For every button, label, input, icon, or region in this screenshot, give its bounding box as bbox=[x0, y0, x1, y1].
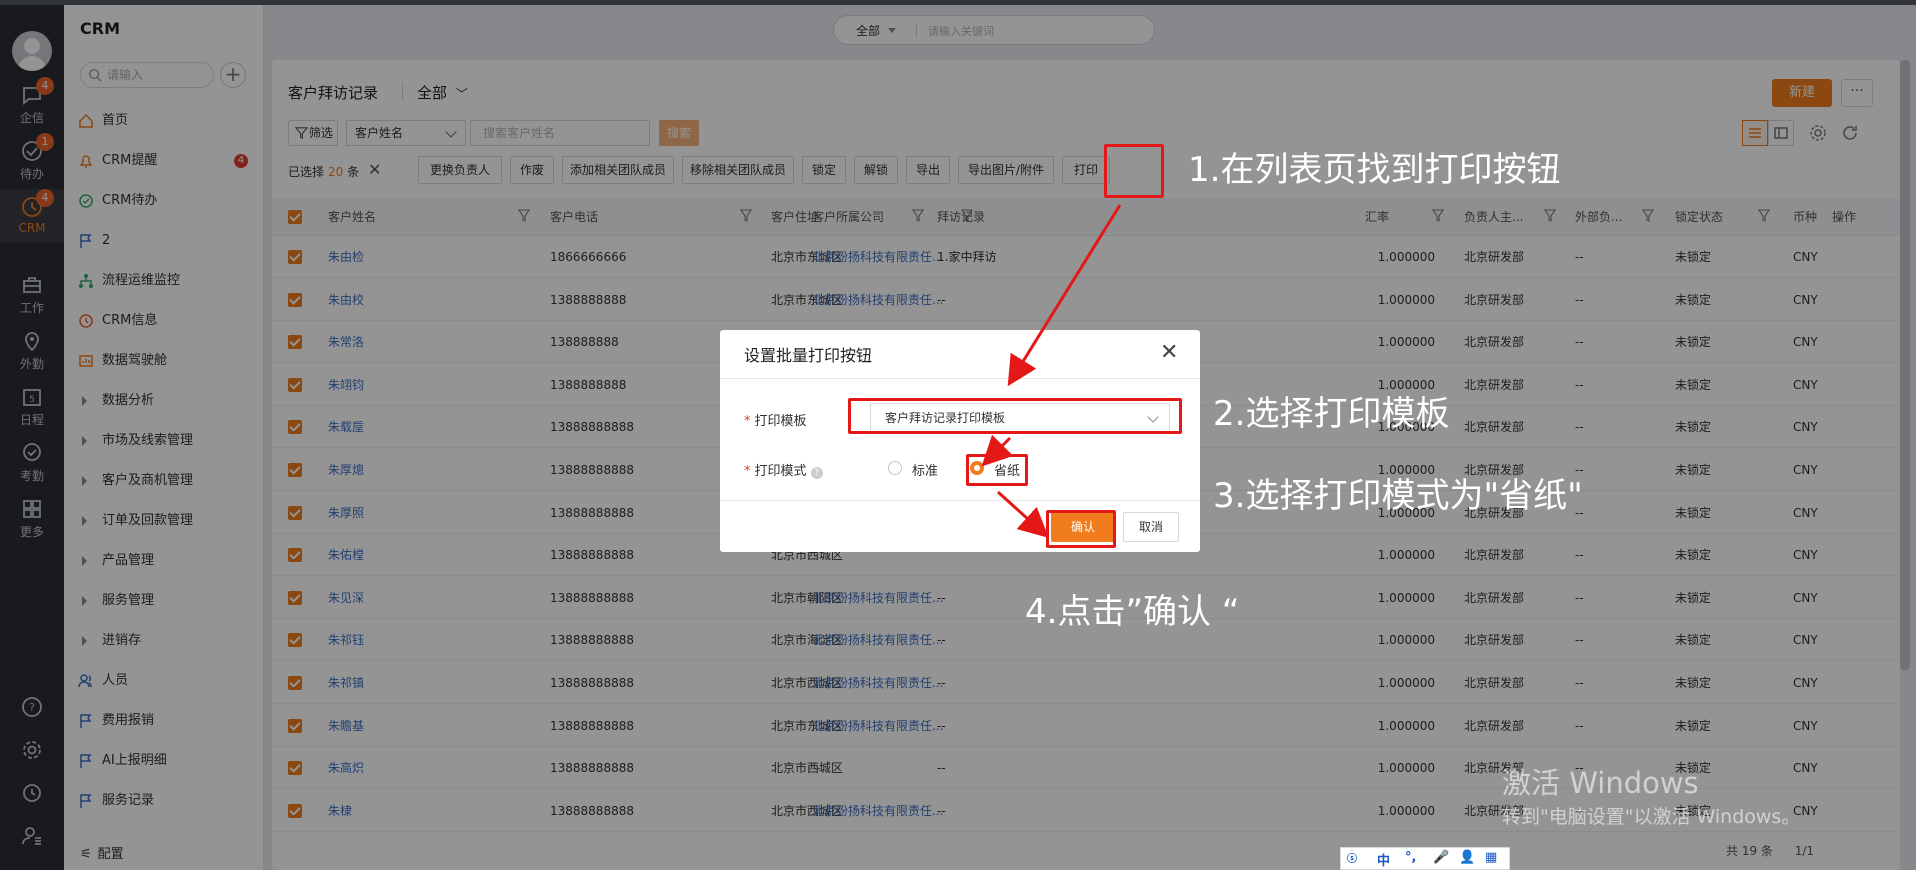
annotation-step1: 1.在列表页找到打印按钮 bbox=[1188, 150, 1561, 190]
microphone-icon[interactable]: 🎤 bbox=[1433, 850, 1449, 865]
ime-toolbar[interactable]: ⓢ 中 °, 🎤 👤 ▦ bbox=[1340, 847, 1510, 870]
windows-watermark-title: 激活 Windows bbox=[1502, 766, 1699, 800]
annotation-step2: 2.选择打印模板 bbox=[1213, 394, 1450, 434]
annotation-step3: 3.选择打印模式为"省纸" bbox=[1213, 476, 1583, 516]
cancel-button[interactable]: 取消 bbox=[1123, 512, 1179, 542]
dialog-title: 设置批量打印按钮 bbox=[744, 346, 873, 365]
highlight-template-select bbox=[848, 398, 1182, 434]
divider bbox=[720, 378, 1200, 379]
mode-label-text: 打印模式 bbox=[754, 464, 807, 479]
close-icon[interactable]: ✕ bbox=[1160, 340, 1178, 365]
highlight-confirm-button bbox=[1046, 510, 1116, 548]
windows-watermark-sub: 转到"电脑设置"以激活 Windows。 bbox=[1502, 806, 1801, 828]
mode-label: * 打印模式? bbox=[744, 460, 823, 479]
user-icon[interactable]: 👤 bbox=[1459, 850, 1475, 865]
ime-punctuation[interactable]: °, bbox=[1405, 850, 1416, 865]
template-label: * 打印模板 bbox=[744, 414, 807, 429]
help-icon[interactable]: ? bbox=[810, 467, 823, 479]
ime-logo-icon: ⓢ bbox=[1347, 854, 1357, 865]
annotation-step4: 4.点击”确认 “ bbox=[1025, 592, 1240, 632]
divider bbox=[720, 500, 1200, 501]
toolbox-grid-icon[interactable]: ▦ bbox=[1485, 850, 1497, 865]
highlight-print-button bbox=[1104, 144, 1164, 198]
radio-standard-label: 标准 bbox=[912, 464, 939, 479]
highlight-save-paper bbox=[966, 454, 1028, 486]
batch-print-dialog: 设置批量打印按钮 ✕ * 打印模板 客户拜访记录打印模板 * 打印模式? 标准 省纸… bbox=[720, 330, 1200, 552]
radio-standard[interactable] bbox=[888, 461, 902, 475]
template-label-text: 打印模板 bbox=[754, 414, 807, 429]
ime-chinese-mode[interactable]: 中 bbox=[1377, 850, 1390, 869]
